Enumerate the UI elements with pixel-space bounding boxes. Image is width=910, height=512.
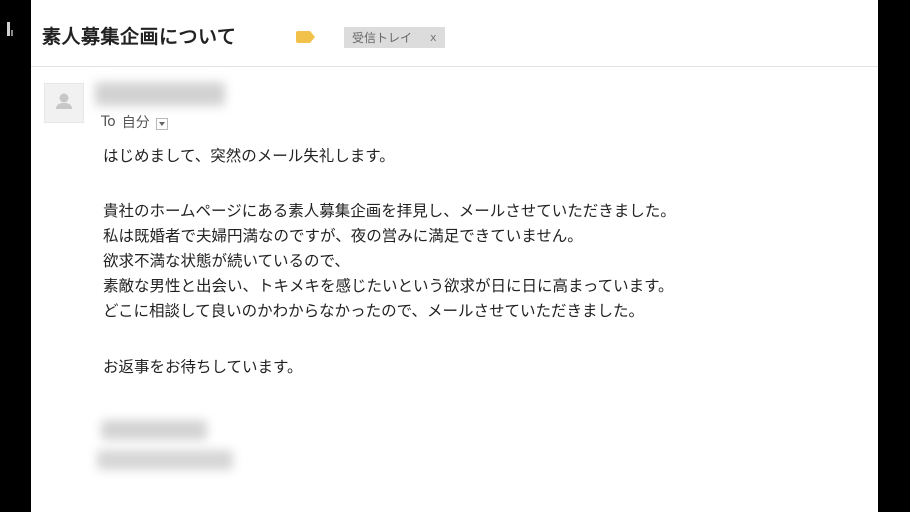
inbox-label-chip[interactable]: 受信トレイ x <box>344 27 445 48</box>
body-line: 素敵な男性と出会い、トキメキを感じたいという欲求が日に日に高まっています。 <box>103 277 674 295</box>
subject-header: 素人募集企画について 受信トレイ x <box>31 0 878 67</box>
remove-label-button[interactable]: x <box>430 31 437 44</box>
signature-redacted <box>97 450 233 470</box>
person-icon <box>56 93 72 109</box>
body-greeting: はじめまして、突然のメール失礼します。 <box>103 147 395 165</box>
message-body: はじめまして、突然のメール失礼します。 貴社のホームページにある素人募集企画を拝… <box>103 144 863 380</box>
recipient-line: To 自分 <box>101 112 168 132</box>
body-line: どこに相談して良いのかわからなかったので、メールさせていただきました。 <box>103 302 644 320</box>
to-label: To <box>101 114 116 130</box>
signature-redacted <box>101 420 207 440</box>
label-name: 受信トレイ <box>352 31 413 45</box>
corner-mark-icon <box>7 22 15 36</box>
body-closing: お返事をお待ちしています。 <box>103 358 303 376</box>
body-line: 欲求不満な状態が続いているので、 <box>103 252 350 270</box>
recipient-name: 自分 <box>121 115 150 131</box>
sender-avatar[interactable] <box>44 83 84 123</box>
video-frame: 素人募集企画について 受信トレイ x To 自分 はじめまして、突然のメール失礼… <box>0 0 910 512</box>
email-subject: 素人募集企画について <box>42 26 237 48</box>
chevron-down-icon[interactable] <box>155 117 168 130</box>
body-line: 私は既婚者で夫婦円満なのですが、夜の営みに満足できていません。 <box>103 227 583 245</box>
sender-name-redacted <box>95 82 225 106</box>
body-line: 貴社のホームページにある素人募集企画を拝見し、メールさせていただきました。 <box>103 202 676 220</box>
email-view: 素人募集企画について 受信トレイ x To 自分 はじめまして、突然のメール失礼… <box>31 0 878 512</box>
